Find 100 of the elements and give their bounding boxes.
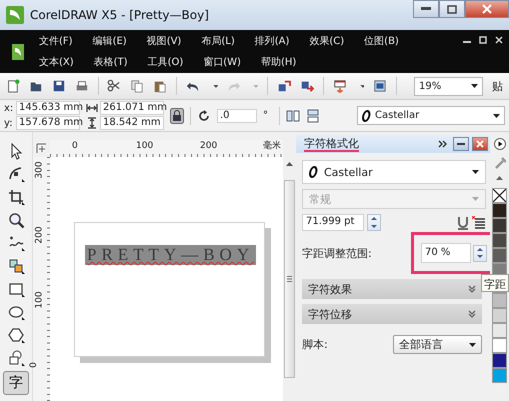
ruler-label: 200: [200, 141, 218, 151]
font-type-icon: [362, 110, 371, 122]
maximize-icon[interactable]: [447, 4, 457, 14]
launcher-icon[interactable]: [373, 78, 388, 94]
color-swatch[interactable]: [492, 308, 507, 323]
color-swatch[interactable]: [492, 368, 507, 383]
rotation-field[interactable]: .0: [217, 108, 257, 122]
field-label: 脚本:: [302, 337, 328, 352]
ruler-label: 0: [72, 141, 78, 151]
fill-icon[interactable]: [7, 257, 25, 275]
menu-item[interactable]: 帮助(H): [258, 55, 300, 69]
menu-item[interactable]: 布局(L): [198, 34, 238, 48]
shapes-icon[interactable]: [7, 349, 25, 367]
tracking-field[interactable]: 70 %: [421, 243, 471, 263]
color-swatch[interactable]: [492, 353, 507, 368]
ruler-label: 100: [136, 141, 154, 151]
script-dropdown[interactable]: 全部语言: [393, 335, 482, 354]
restore-icon[interactable]: [479, 36, 487, 44]
list-icon[interactable]: [472, 216, 486, 230]
app-logo-icon: [6, 6, 24, 24]
size-field[interactable]: 71.999 pt: [302, 214, 364, 231]
menu-item[interactable]: 编辑(E): [90, 34, 130, 48]
minimize-icon[interactable]: [421, 7, 431, 11]
color-swatch[interactable]: [492, 203, 507, 218]
section-header[interactable]: 字符效果: [302, 279, 482, 299]
scissors-icon[interactable]: [107, 78, 122, 94]
menu-item[interactable]: 工具(O): [144, 55, 186, 69]
zoom-dropdown[interactable]: 19%: [414, 76, 484, 96]
x-field[interactable]: 145.633 mm: [16, 101, 80, 115]
font-type-icon: [309, 166, 318, 178]
color-swatch[interactable]: [492, 323, 507, 338]
publish-icon[interactable]: [332, 78, 347, 94]
spin-up-icon[interactable]: [371, 217, 377, 220]
flip-icon[interactable]: [306, 108, 320, 122]
color-swatch[interactable]: [492, 248, 507, 263]
color-swatch[interactable]: [492, 218, 507, 233]
chevron-icon: [468, 285, 476, 293]
menu-item[interactable]: 视图(V): [144, 34, 184, 48]
section-header[interactable]: 字符位移: [302, 304, 482, 324]
save-icon[interactable]: [52, 78, 66, 94]
font-dropdown[interactable]: Castellar: [357, 106, 505, 125]
minimize-button[interactable]: [413, 0, 439, 18]
polygon-icon[interactable]: [7, 326, 25, 344]
field-label: 字距调整范围:: [302, 246, 373, 260]
scroll-thumb[interactable]: [284, 180, 295, 378]
caret-icon: [472, 197, 479, 201]
toolbar-label: 贴: [492, 78, 504, 94]
field-label: x:: [4, 102, 14, 114]
crop-icon[interactable]: [7, 188, 25, 206]
minimize-button[interactable]: [453, 137, 469, 151]
menu-item[interactable]: 效果(C): [306, 34, 348, 48]
new-document-icon[interactable]: [6, 78, 20, 94]
zoom-icon[interactable]: [7, 211, 25, 229]
document-icon: [12, 44, 24, 60]
spin-down-icon[interactable]: [477, 255, 483, 258]
scroll-up-icon[interactable]: [496, 176, 503, 180]
spin-button[interactable]: [473, 244, 487, 262]
color-swatch[interactable]: [492, 233, 507, 248]
degree-label: °: [263, 110, 269, 121]
caret-icon: [471, 84, 478, 88]
width-field[interactable]: 261.071 mm: [100, 101, 164, 115]
spin-down-icon[interactable]: [371, 224, 377, 228]
import-icon[interactable]: [277, 78, 291, 94]
menu-item[interactable]: 窗口(W): [200, 55, 244, 69]
menu-item[interactable]: 文本(X): [36, 55, 77, 69]
menu-item[interactable]: 表格(T): [90, 55, 131, 69]
play-icon[interactable]: [494, 138, 506, 150]
color-swatch[interactable]: [492, 338, 507, 353]
freehand-icon[interactable]: [7, 234, 25, 252]
underline-icon[interactable]: [457, 216, 469, 230]
copy-icon[interactable]: [130, 78, 144, 94]
chevron-icon: [468, 310, 476, 318]
rotate-icon: [197, 108, 211, 122]
spin-up-icon[interactable]: [477, 248, 483, 251]
menu-item[interactable]: 排列(A): [252, 34, 292, 48]
tooltip: 字距: [481, 274, 509, 292]
color-swatch[interactable]: [492, 293, 507, 308]
ruler-unit: 毫米: [263, 141, 281, 151]
grip-icon: [287, 276, 292, 282]
mirror-icon[interactable]: [286, 108, 300, 122]
width-icon: [86, 103, 98, 113]
maximize-button[interactable]: [439, 0, 465, 18]
scroll-up-icon[interactable]: [286, 162, 293, 166]
ruler-label: 100: [34, 291, 45, 309]
height-field[interactable]: 18.542 mm: [100, 116, 164, 130]
menu-item[interactable]: 位图(B): [361, 34, 402, 48]
close-button[interactable]: [472, 137, 488, 151]
no-color-swatch-icon[interactable]: [493, 189, 506, 202]
menu-item[interactable]: 文件(F): [36, 34, 76, 48]
shape-tool-icon[interactable]: [7, 165, 25, 183]
minimize-icon[interactable]: [457, 142, 465, 146]
lock-icon[interactable]: [170, 108, 184, 124]
text-tool-button[interactable]: 字: [3, 371, 29, 395]
close-icon[interactable]: [495, 36, 503, 44]
spin-button[interactable]: [367, 214, 381, 231]
close-button[interactable]: [465, 0, 509, 18]
caret-icon: [469, 342, 476, 346]
font-dropdown[interactable]: Castellar: [302, 160, 486, 184]
docker-title: 字符格式化: [304, 136, 359, 152]
y-field[interactable]: 157.678 mm: [16, 116, 80, 130]
